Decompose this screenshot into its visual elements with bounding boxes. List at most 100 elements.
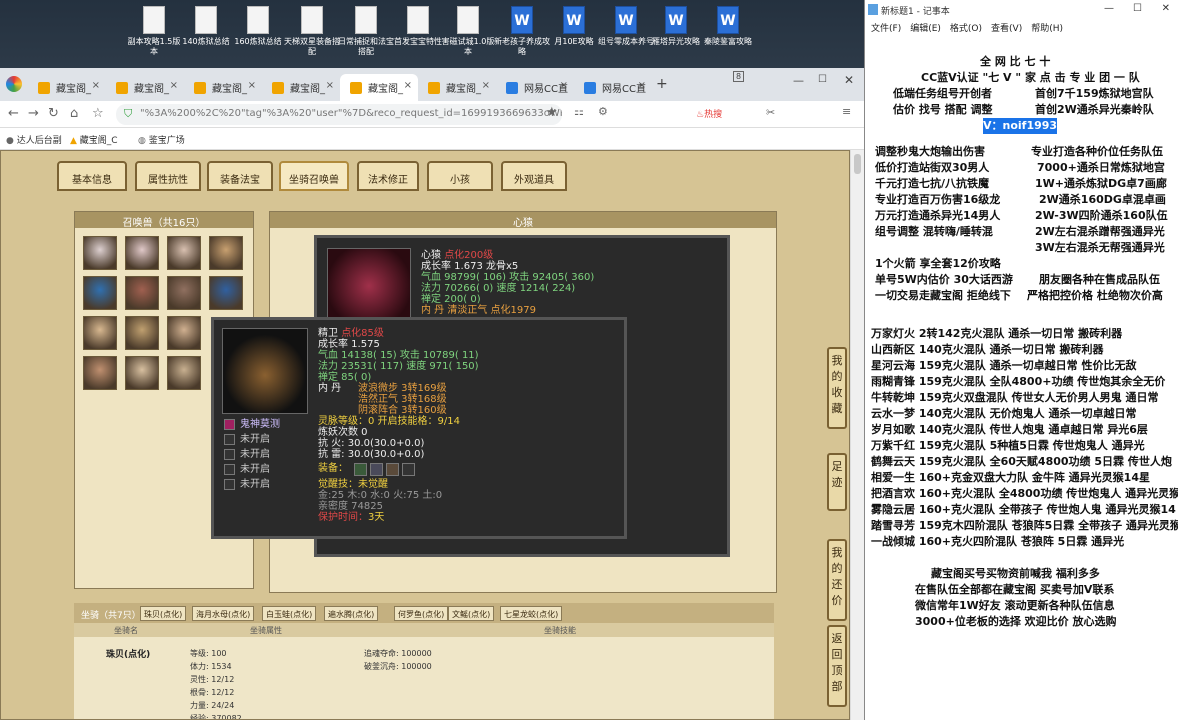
tab-close-icon[interactable]: × xyxy=(92,80,100,91)
close-icon[interactable]: ✕ xyxy=(1162,3,1170,14)
pet-skill-row[interactable]: 未开启 xyxy=(224,478,314,493)
maximize-icon[interactable]: ☐ xyxy=(818,74,827,85)
game-tab[interactable]: 小孩 xyxy=(427,161,493,191)
summon-avatar[interactable] xyxy=(125,236,159,270)
equip-slot-icon[interactable] xyxy=(402,463,415,476)
tab-close-icon[interactable]: × xyxy=(170,80,178,91)
bookmark-star-icon[interactable]: ★ xyxy=(546,105,558,120)
desktop-shortcut[interactable]: 140炼狱总结 xyxy=(178,6,234,47)
desktop-shortcut[interactable]: 160炼狱总结 xyxy=(230,6,286,47)
home-icon[interactable]: ⌂ xyxy=(70,106,78,121)
summon-avatar[interactable] xyxy=(83,316,117,350)
desktop-shortcut[interactable]: W 新老孩子养成攻略 xyxy=(494,6,550,57)
summon-avatar[interactable] xyxy=(167,276,201,310)
summon-avatar[interactable] xyxy=(167,356,201,390)
summon-avatar[interactable] xyxy=(125,356,159,390)
pet-skill-row[interactable]: 未开启 xyxy=(224,433,314,448)
pet-skill-row[interactable]: 未开启 xyxy=(224,448,314,463)
browser-tab[interactable]: 藏宝阁_ × xyxy=(418,74,496,101)
browser-tab[interactable]: 藏宝阁_ × xyxy=(106,74,184,101)
tab-close-icon[interactable]: × xyxy=(248,80,256,91)
summon-avatar[interactable] xyxy=(83,236,117,270)
scrollbar-thumb[interactable] xyxy=(854,154,861,174)
address-bar[interactable]: ⛉ "%3A%200%2C%20"tag"%3A%20"user"%7D&rec… xyxy=(116,104,562,125)
desktop-shortcut[interactable]: 害磁试城1.0版本 xyxy=(440,6,496,57)
pet-skill-row[interactable]: 未开启 xyxy=(224,463,314,478)
mount-tab[interactable]: 珠贝(点化) xyxy=(140,606,187,621)
browser-tab[interactable]: 藏宝阁_ × xyxy=(184,74,262,101)
refresh-icon[interactable]: ↻ xyxy=(48,106,59,121)
back-icon[interactable]: ← xyxy=(8,106,19,121)
game-tab[interactable]: 法术修正 xyxy=(357,161,419,191)
game-tab[interactable]: 属性抗性 xyxy=(135,161,201,191)
summon-avatar[interactable] xyxy=(209,276,243,310)
extension-icon[interactable]: ⚏ xyxy=(574,105,584,118)
tab-close-icon[interactable]: × xyxy=(404,80,412,91)
bookmark-item[interactable]: ▲ 藏宝阁_C xyxy=(70,133,118,146)
equip-slot-icon[interactable] xyxy=(354,463,367,476)
tab-close-icon[interactable]: × xyxy=(482,80,490,91)
side-nav-button[interactable]: 返回顶部 xyxy=(827,625,847,707)
desktop-shortcut[interactable]: W 组号零成本养号 xyxy=(598,6,654,47)
summon-avatar[interactable] xyxy=(125,316,159,350)
side-nav-button[interactable]: 我的收藏 xyxy=(827,347,847,429)
close-icon[interactable]: ✕ xyxy=(844,73,854,87)
browser-logo-icon[interactable] xyxy=(6,76,22,92)
notepad-menu-item[interactable]: 编辑(E) xyxy=(910,24,941,34)
pet-skill-row[interactable]: 鬼神莫测 xyxy=(224,418,314,433)
mount-tab[interactable]: 白玉蛙(点化) xyxy=(262,606,317,621)
bookmark-item[interactable]: ◍ 鉴宝广场 xyxy=(138,133,185,146)
summon-avatar[interactable] xyxy=(125,276,159,310)
game-tab[interactable]: 装备法宝 xyxy=(207,161,273,191)
desktop-shortcut[interactable]: 首发宝宝特性 xyxy=(390,6,446,47)
notepad-menu-item[interactable]: 查看(V) xyxy=(991,24,1022,34)
side-nav-button[interactable]: 足迹 xyxy=(827,453,847,511)
side-nav-button[interactable]: 我的还价 xyxy=(827,539,847,621)
notepad-menu-item[interactable]: 文件(F) xyxy=(871,24,901,34)
page-scrollbar[interactable] xyxy=(850,150,864,720)
minimize-icon[interactable]: — xyxy=(793,74,804,87)
summon-avatar[interactable] xyxy=(83,276,117,310)
mount-tab[interactable]: 遍水腾(点化) xyxy=(324,606,379,621)
browser-tab[interactable]: 藏宝阁_ × xyxy=(28,74,106,101)
new-tab-button[interactable]: + xyxy=(656,76,668,92)
mount-tab[interactable]: 七星龙蛟(点化) xyxy=(500,606,563,621)
desktop-shortcut[interactable]: 日常捕捉和法宝搭配 xyxy=(338,6,394,57)
scissors-icon[interactable]: ✂ xyxy=(766,106,775,119)
tab-count-badge[interactable]: 8 xyxy=(733,71,745,82)
tab-close-icon[interactable]: × xyxy=(326,80,334,91)
mount-tab[interactable]: 海月水母(点化) xyxy=(192,606,255,621)
menu-icon[interactable]: ≡ xyxy=(842,105,851,118)
minimize-icon[interactable]: — xyxy=(1104,3,1114,14)
browser-tab[interactable]: 网易CC直 × xyxy=(574,74,652,101)
browser-tab[interactable]: 藏宝阁_ × xyxy=(262,74,340,101)
summon-avatar[interactable] xyxy=(83,356,117,390)
mount-tab[interactable]: 何罗鱼(点化) xyxy=(394,606,449,621)
summon-avatar[interactable] xyxy=(167,316,201,350)
tab-close-icon[interactable]: × xyxy=(560,80,568,91)
bookmark-item[interactable]: ● 达人后台副 xyxy=(6,133,62,146)
browser-tab[interactable]: 藏宝阁_ × xyxy=(340,74,418,101)
equip-slot-icon[interactable] xyxy=(370,463,383,476)
star-outline-icon[interactable]: ☆ xyxy=(92,106,104,121)
desktop-shortcut[interactable]: 副本攻略1.5版本 xyxy=(126,6,182,57)
desktop-shortcut[interactable]: W 雁塔异光攻略 xyxy=(648,6,704,47)
forward-icon[interactable]: → xyxy=(28,106,39,121)
game-tab[interactable]: 基本信息 xyxy=(57,161,127,191)
maximize-icon[interactable]: ☐ xyxy=(1133,3,1142,14)
notepad-menu-item[interactable]: 格式(O) xyxy=(950,24,982,34)
desktop-shortcut[interactable]: 天梯双星装备搭配 xyxy=(284,6,340,57)
desktop-shortcut[interactable]: W 月10E攻略 xyxy=(546,6,602,47)
summon-avatar[interactable] xyxy=(167,236,201,270)
notepad-text-area[interactable]: 全 网 比 七 十 CC蓝V认证 "七 V " 家 点 击 专 业 团 一 队低端… xyxy=(865,36,1178,720)
mount-tab[interactable]: 文鳐(点化) xyxy=(448,606,495,621)
equip-slot-icon[interactable] xyxy=(386,463,399,476)
tab-close-icon[interactable]: × xyxy=(638,80,646,91)
browser-tab[interactable]: 网易CC直 × xyxy=(496,74,574,101)
hot-search-link[interactable]: ♨热搜 xyxy=(696,107,722,120)
game-tab[interactable]: 外观道具 xyxy=(501,161,567,191)
desktop-shortcut[interactable]: W 秦陵鉴富攻略 xyxy=(700,6,756,47)
summon-avatar[interactable] xyxy=(209,236,243,270)
settings-icon[interactable]: ⚙ xyxy=(598,105,608,118)
notepad-menu-item[interactable]: 帮助(H) xyxy=(1031,24,1063,34)
